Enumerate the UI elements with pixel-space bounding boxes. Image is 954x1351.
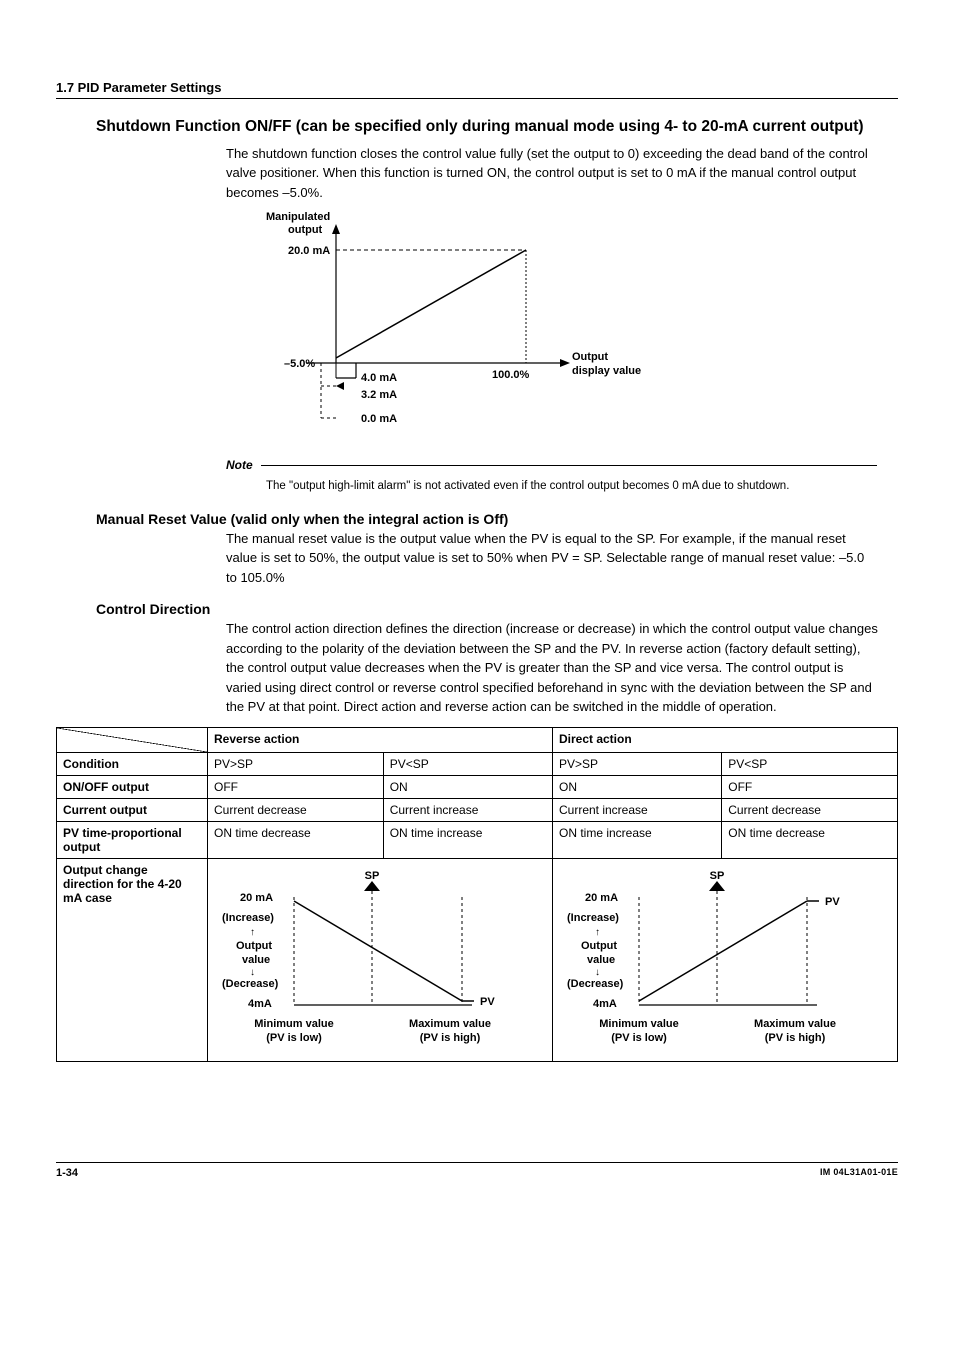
page-footer: 1-34 IM 04L31A01-01E [56, 1162, 898, 1179]
svg-text:4mA: 4mA [248, 998, 272, 1010]
svg-text:↑: ↑ [250, 927, 255, 938]
cell: ON [383, 775, 552, 798]
cell: Current increase [552, 798, 721, 821]
chart-xaxis2: display value [572, 365, 641, 377]
cell: PV>SP [552, 752, 721, 775]
row-pvtime: PV time-proportional output [57, 821, 208, 858]
svg-text:↓: ↓ [250, 967, 255, 978]
svg-text:PV: PV [480, 996, 495, 1008]
chart-ytop: 20.0 mA [288, 245, 330, 257]
chart-ylabel2: output [288, 224, 323, 236]
row-outchange: Output change direction for the 4-20 mA … [57, 858, 208, 1061]
svg-text:4mA: 4mA [593, 998, 617, 1010]
svg-text:(PV is low): (PV is low) [266, 1032, 322, 1044]
cell: OFF [208, 775, 384, 798]
col-direct: Direct action [552, 727, 897, 752]
svg-text:value: value [587, 954, 615, 966]
svg-text:PV: PV [825, 896, 840, 908]
table-corner [57, 727, 208, 752]
cell: Current decrease [722, 798, 898, 821]
chart-ylabel1: Manipulated [266, 211, 330, 223]
section-header: 1.7 PID Parameter Settings [56, 80, 898, 99]
cell: PV>SP [208, 752, 384, 775]
svg-text:20 mA: 20 mA [240, 892, 273, 904]
cell: Current increase [383, 798, 552, 821]
svg-text:(PV is high): (PV is high) [765, 1032, 826, 1044]
action-table: Reverse action Direct action Condition P… [56, 727, 898, 1062]
row-onoff: ON/OFF output [57, 775, 208, 798]
svg-text:Minimum value: Minimum value [599, 1018, 678, 1030]
chart-xleft: –5.0% [284, 358, 315, 370]
svg-text:SP: SP [710, 870, 725, 882]
manual-reset-title: Manual Reset Value (valid only when the … [96, 511, 898, 527]
control-direction-body: The control action direction defines the… [226, 619, 878, 717]
svg-text:(PV is high): (PV is high) [420, 1032, 481, 1044]
svg-text:Output: Output [236, 940, 272, 952]
manual-reset-body: The manual reset value is the output val… [226, 529, 878, 588]
svg-text:(Increase): (Increase) [567, 912, 619, 924]
chart-xaxis1: Output [572, 351, 608, 363]
cell: OFF [722, 775, 898, 798]
svg-text:(Increase): (Increase) [222, 912, 274, 924]
svg-text:(Decrease): (Decrease) [567, 978, 624, 990]
page-number: 1-34 [56, 1167, 78, 1179]
row-current: Current output [57, 798, 208, 821]
chart-y00: 0.0 mA [361, 413, 397, 425]
shutdown-chart: Manipulated output 20.0 mA –5.0% 100.0% … [226, 208, 898, 448]
cell: PV<SP [722, 752, 898, 775]
chart-y32: 3.2 mA [361, 389, 397, 401]
note-rule [261, 465, 877, 466]
cell: PV<SP [383, 752, 552, 775]
shutdown-title: Shutdown Function ON/FF (can be specifie… [96, 117, 898, 138]
shutdown-body: The shutdown function closes the control… [226, 144, 878, 203]
cell: Current decrease [208, 798, 384, 821]
doc-code: IM 04L31A01-01E [820, 1167, 898, 1179]
cell: ON time decrease [722, 821, 898, 858]
svg-text:value: value [242, 954, 270, 966]
svg-text:Minimum value: Minimum value [254, 1018, 333, 1030]
col-reverse: Reverse action [208, 727, 553, 752]
control-direction-title: Control Direction [96, 601, 898, 617]
svg-text:Output: Output [581, 940, 617, 952]
row-condition: Condition [57, 752, 208, 775]
chart-xright: 100.0% [492, 369, 530, 381]
svg-text:Maximum value: Maximum value [409, 1018, 491, 1030]
svg-text:SP: SP [365, 870, 380, 882]
chart-y40: 4.0 mA [361, 372, 397, 384]
note-label: Note [226, 458, 253, 472]
direct-diagram-cell: SP 20 mA (Increase) ↑ Output value ↓ (De… [552, 858, 897, 1061]
cell: ON time decrease [208, 821, 384, 858]
svg-text:↑: ↑ [595, 927, 600, 938]
svg-text:↓: ↓ [595, 967, 600, 978]
cell: ON time increase [552, 821, 721, 858]
cell: ON [552, 775, 721, 798]
reverse-diagram-cell: SP 20 mA (Increase) ↑ Output value ↓ [208, 858, 553, 1061]
svg-text:(PV is low): (PV is low) [611, 1032, 667, 1044]
svg-text:(Decrease): (Decrease) [222, 978, 279, 990]
note-text: The "output high-limit alarm" is not act… [266, 478, 898, 494]
svg-text:20 mA: 20 mA [585, 892, 618, 904]
cell: ON time increase [383, 821, 552, 858]
svg-text:Maximum value: Maximum value [754, 1018, 836, 1030]
note-block: Note The "output high-limit alarm" is no… [226, 456, 898, 494]
